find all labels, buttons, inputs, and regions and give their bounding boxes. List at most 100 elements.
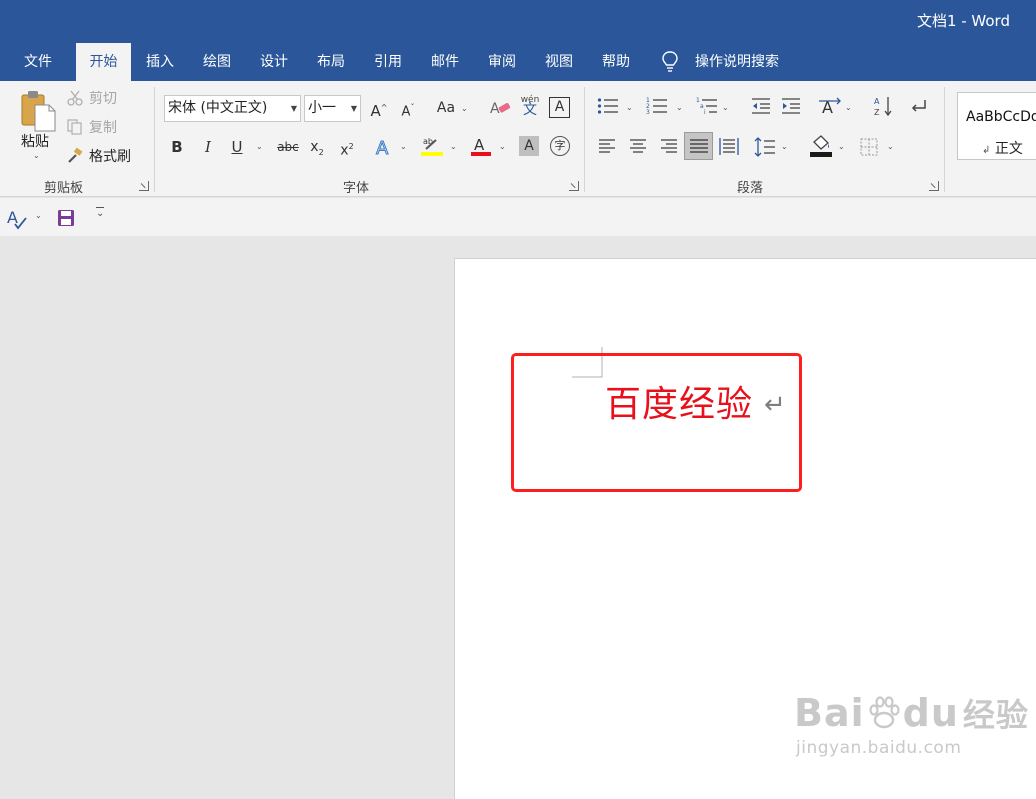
tab-home[interactable]: 开始 bbox=[76, 43, 131, 81]
style-sample: AaBbCcDd bbox=[966, 109, 1036, 125]
character-shading-icon[interactable]: A bbox=[519, 136, 539, 156]
svg-text:3: 3 bbox=[646, 109, 650, 115]
font-launcher-icon[interactable] bbox=[569, 181, 579, 191]
align-left-icon[interactable] bbox=[599, 139, 617, 153]
svg-text:i: i bbox=[704, 109, 706, 115]
tab-mailings[interactable]: 邮件 bbox=[420, 43, 470, 81]
cut-label: 剪切 bbox=[89, 91, 117, 107]
superscript-icon[interactable]: x2 bbox=[336, 136, 358, 159]
cut-button[interactable]: 剪切 bbox=[66, 87, 117, 109]
style-paragraph-mark: ↲ bbox=[982, 145, 991, 156]
copy-button[interactable]: 复制 bbox=[66, 116, 117, 138]
chevron-down-icon[interactable]: ⌄ bbox=[450, 142, 457, 151]
svg-text:A: A bbox=[490, 101, 500, 117]
tab-review[interactable]: 审阅 bbox=[477, 43, 527, 81]
paste-icon[interactable] bbox=[18, 89, 58, 133]
clipboard-launcher-icon[interactable] bbox=[139, 181, 149, 191]
baidu-logo: Bai du 经验 bbox=[794, 690, 1029, 736]
phonetic-guide-icon[interactable]: wén 文 bbox=[520, 95, 540, 117]
baidu-watermark: Bai du 经验 jingyan.baidu.com bbox=[794, 690, 1029, 758]
tab-insert[interactable]: 插入 bbox=[135, 43, 185, 81]
tab-layout[interactable]: 布局 bbox=[306, 43, 356, 81]
format-painter-icon bbox=[68, 147, 83, 163]
chevron-down-icon[interactable]: ⌄ bbox=[499, 142, 506, 151]
style-name-text: 正文 bbox=[994, 141, 1023, 157]
shrink-font-icon[interactable]: Aˇ bbox=[397, 97, 419, 119]
italic-button[interactable]: I bbox=[197, 136, 219, 158]
grow-font-icon[interactable]: A^ bbox=[368, 97, 390, 120]
paragraph-group-label: 段落 bbox=[737, 181, 764, 196]
font-size-value: 小一 bbox=[308, 100, 336, 116]
justify-button[interactable] bbox=[684, 132, 713, 160]
highlight-pen-icon[interactable]: ab bbox=[420, 135, 444, 157]
spelling-grammar-icon[interactable]: A bbox=[6, 208, 28, 230]
customize-qat-bar bbox=[96, 207, 104, 208]
format-painter-button[interactable]: 格式刷 bbox=[66, 145, 131, 167]
borders-icon[interactable] bbox=[860, 138, 878, 156]
tab-design[interactable]: 设计 bbox=[249, 43, 299, 81]
change-case-button[interactable]: Aa bbox=[433, 97, 459, 119]
chevron-down-icon: ▼ bbox=[290, 104, 297, 113]
tell-me-search[interactable]: 操作说明搜索 bbox=[695, 43, 779, 81]
text-effects-icon[interactable]: A bbox=[374, 137, 394, 158]
chevron-down-icon[interactable]: ⌄ bbox=[626, 103, 633, 112]
align-center-icon[interactable] bbox=[629, 139, 647, 153]
svg-text:A: A bbox=[874, 97, 880, 106]
enclose-characters-icon[interactable]: 字 bbox=[550, 136, 570, 156]
svg-text:A: A bbox=[474, 136, 485, 154]
underline-button[interactable]: U bbox=[226, 136, 248, 158]
tab-references[interactable]: 引用 bbox=[363, 43, 413, 81]
text-direction-icon[interactable]: A bbox=[818, 95, 842, 117]
chevron-down-icon[interactable]: ⌄ bbox=[676, 103, 683, 112]
chevron-down-icon[interactable]: ⌄ bbox=[35, 211, 42, 220]
chevron-down-icon[interactable]: ⌄ bbox=[887, 142, 894, 151]
tab-help[interactable]: 帮助 bbox=[591, 43, 641, 81]
font-size-combo[interactable]: 小一 ▼ bbox=[304, 95, 361, 122]
ribbon-home: 粘贴 ⌄ 剪切 复制 格式刷 剪贴板 宋体 (中文正文) ▼ 小一 ▼ A^ A… bbox=[0, 81, 1036, 197]
save-icon[interactable] bbox=[57, 209, 75, 227]
subscript-icon[interactable]: x2 bbox=[306, 136, 328, 158]
numbering-icon[interactable]: 1 2 3 bbox=[646, 97, 668, 115]
line-spacing-icon[interactable] bbox=[754, 137, 776, 157]
group-separator bbox=[154, 87, 155, 192]
chevron-down-icon[interactable]: ⌄ bbox=[845, 103, 852, 112]
bold-button[interactable]: B bbox=[166, 136, 188, 158]
distributed-icon[interactable] bbox=[719, 138, 739, 155]
character-border-icon[interactable]: A bbox=[549, 97, 570, 118]
align-right-icon[interactable] bbox=[659, 139, 677, 153]
quick-access-toolbar: A ⌄ ⌄ bbox=[0, 198, 1036, 236]
watermark-brand-tail: du bbox=[902, 691, 959, 735]
chevron-down-icon[interactable]: ⌄ bbox=[461, 104, 468, 113]
multilevel-list-icon[interactable]: 1 a i bbox=[696, 97, 718, 115]
chevron-down-icon: ▼ bbox=[350, 104, 357, 113]
customize-qat-icon[interactable]: ⌄ bbox=[96, 208, 104, 219]
paste-dropdown-icon[interactable]: ⌄ bbox=[33, 151, 40, 160]
bullets-icon[interactable] bbox=[597, 97, 619, 115]
chevron-down-icon[interactable]: ⌄ bbox=[256, 142, 263, 151]
tab-file[interactable]: 文件 bbox=[10, 43, 66, 81]
paragraph-launcher-icon[interactable] bbox=[929, 181, 939, 191]
tab-view[interactable]: 视图 bbox=[534, 43, 584, 81]
font-name-combo[interactable]: 宋体 (中文正文) ▼ bbox=[164, 95, 301, 122]
shading-bucket-icon[interactable] bbox=[809, 134, 833, 158]
style-normal[interactable]: AaBbCcDd ↲ 正文 bbox=[957, 92, 1036, 160]
show-formatting-marks-icon[interactable] bbox=[909, 98, 929, 114]
increase-indent-icon[interactable] bbox=[781, 97, 801, 115]
tab-draw[interactable]: 绘图 bbox=[192, 43, 242, 81]
chevron-down-icon[interactable]: ⌄ bbox=[781, 142, 788, 151]
clear-formatting-icon[interactable]: A bbox=[490, 99, 512, 117]
chevron-down-icon[interactable]: ⌄ bbox=[400, 142, 407, 151]
chevron-down-icon[interactable]: ⌄ bbox=[722, 103, 729, 112]
justify-icon bbox=[690, 139, 708, 153]
copy-label: 复制 bbox=[89, 120, 117, 136]
paste-button-label[interactable]: 粘贴 bbox=[21, 131, 49, 151]
sort-icon[interactable]: A Z bbox=[873, 95, 893, 117]
chevron-down-icon[interactable]: ⌄ bbox=[838, 142, 845, 151]
lightbulb-icon[interactable] bbox=[662, 51, 678, 73]
font-color-icon[interactable]: A bbox=[470, 135, 492, 157]
font-name-value: 宋体 (中文正文) bbox=[168, 100, 268, 116]
title-bar: 文档1 - Word bbox=[0, 0, 1036, 40]
strikethrough-button[interactable]: abc bbox=[274, 136, 302, 158]
scissors-icon bbox=[67, 90, 83, 106]
decrease-indent-icon[interactable] bbox=[751, 97, 771, 115]
